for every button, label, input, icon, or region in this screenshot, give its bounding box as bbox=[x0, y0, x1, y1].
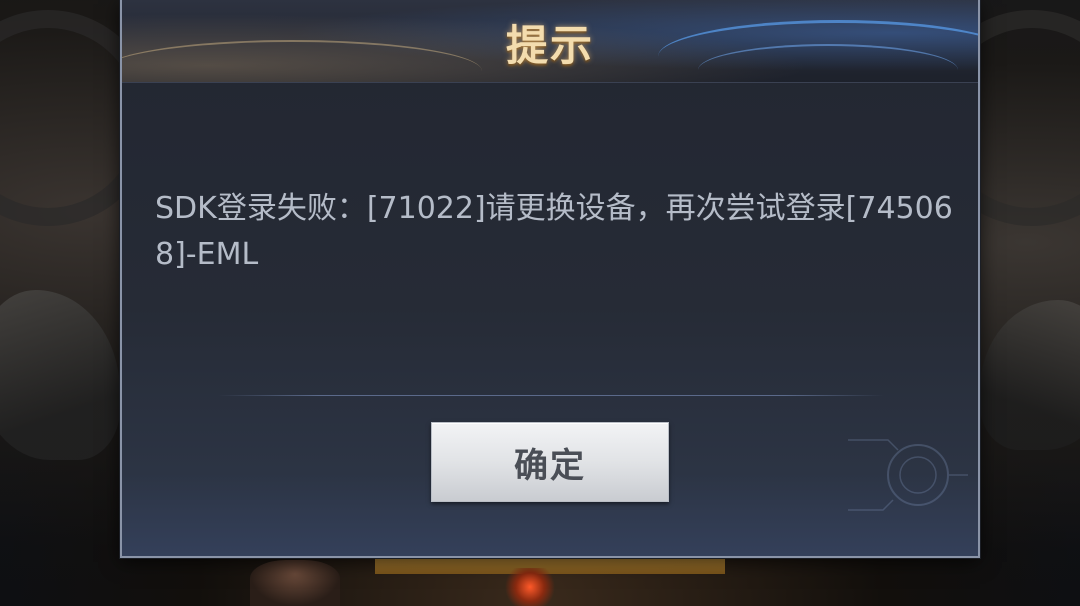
alert-dialog: 提示 SDK登录失败：[71022]请更换设备，再次尝试登录[745068]-E… bbox=[120, 0, 980, 558]
confirm-button[interactable]: 确定 bbox=[431, 422, 669, 502]
dialog-title: 提示 bbox=[505, 21, 594, 70]
background-glow bbox=[500, 568, 560, 606]
background-rock-right bbox=[980, 300, 1080, 450]
dialog-divider bbox=[218, 395, 884, 396]
background-rock-left bbox=[0, 290, 120, 460]
background-figure bbox=[250, 560, 340, 606]
confirm-button-label: 确定 bbox=[514, 445, 586, 486]
dialog-header: 提示 bbox=[122, 0, 978, 83]
circuit-decoration-icon bbox=[848, 439, 968, 511]
dialog-message: SDK登录失败：[71022]请更换设备，再次尝试登录[745068]-EML bbox=[155, 191, 953, 272]
game-background: 提示 SDK登录失败：[71022]请更换设备，再次尝试登录[745068]-E… bbox=[0, 0, 1080, 606]
